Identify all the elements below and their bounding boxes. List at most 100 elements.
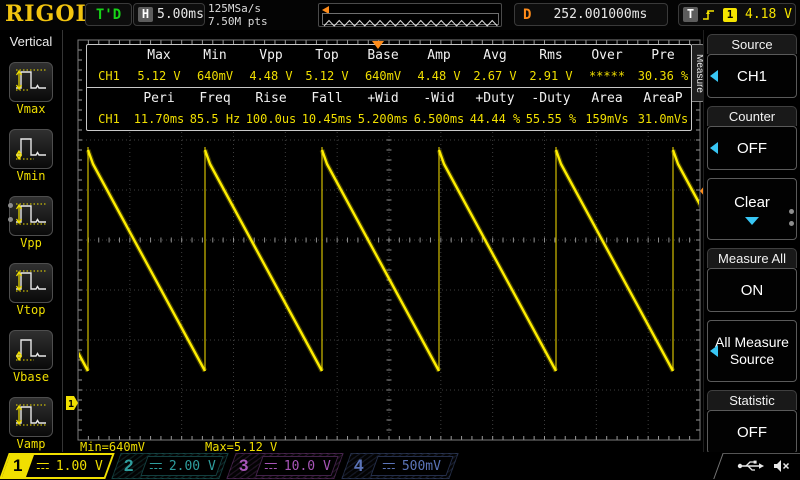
softkey-measure-all[interactable]: Measure All ON xyxy=(707,248,797,312)
softkey-clear[interactable]: Clear xyxy=(707,178,797,240)
measure-cell: Min xyxy=(187,48,243,63)
speaker-muted-icon xyxy=(773,459,790,473)
trigger-badge[interactable]: T 1 4.18 V xyxy=(678,3,796,26)
measure-cell: 55.55 % xyxy=(523,112,579,126)
measure-cell: Peri xyxy=(131,91,187,106)
channel-scale: 1.00 V xyxy=(56,459,103,474)
channel-number: 3 xyxy=(239,456,248,476)
measure-item-label: Vmin xyxy=(0,169,62,183)
measure-cell: Over xyxy=(579,48,635,63)
measure-item-label: Vmax xyxy=(0,102,62,116)
softkey-statistic[interactable]: Statistic OFF xyxy=(707,390,797,454)
measure-cell: +Duty xyxy=(467,91,523,106)
softkey-counter[interactable]: Counter OFF xyxy=(707,106,797,170)
measure-value-row: CH15.12 V640mV4.48 V5.12 V640mV4.48 V2.6… xyxy=(87,66,691,87)
measure-cell: 30.36 % xyxy=(635,69,691,83)
channel-number: 4 xyxy=(354,456,363,476)
channel-scale: 500mV xyxy=(402,459,441,474)
softkey-value: CH1 xyxy=(737,68,767,85)
chevron-down-icon xyxy=(745,217,759,225)
channel-number: 2 xyxy=(124,456,133,476)
preview-waveform xyxy=(323,17,499,29)
softkey-label: All MeasureSource xyxy=(715,334,789,368)
waveform-preview-bar[interactable] xyxy=(318,3,502,27)
measure-softkey-menu: Source CH1 Counter OFF Clear Measure All O… xyxy=(703,30,800,452)
measure-item-vamp[interactable]: Vamp xyxy=(0,397,62,451)
left-menu-page-dot xyxy=(8,217,13,222)
measure-cell: AreaP xyxy=(635,91,691,106)
channel-2-chip[interactable]: 2 2.00 V xyxy=(111,453,228,479)
measure-cell: Base xyxy=(355,48,411,63)
trigger-source-icon: 1 xyxy=(723,8,737,22)
right-menu-page-dot xyxy=(789,209,794,214)
acquisition-info: 125MSa/s 7.50M pts xyxy=(208,2,268,28)
measure-table: MaxMinVppTopBaseAmpAvgRmsOverPre CH15.12 … xyxy=(86,44,692,131)
channel-3-chip[interactable]: 3 10.0 V xyxy=(226,453,343,479)
measure-cell: 2.67 V xyxy=(467,69,523,83)
vertical-measure-menu: Vertical Vmax Vmin Vpp Vtop Vbase xyxy=(0,30,63,452)
measure-cell: 2.91 V xyxy=(523,69,579,83)
measure-cell: 4.48 V xyxy=(411,69,467,83)
softkey-value: OFF xyxy=(737,424,767,441)
channel-number: 1 xyxy=(13,456,22,476)
measure-cell: Pre xyxy=(635,48,691,63)
trigger-status-badge: T'D xyxy=(85,3,132,26)
delay-badge[interactable]: D 252.001000ms xyxy=(514,3,668,26)
measure-cell: 159mVs xyxy=(579,112,635,126)
channel1-ground-marker[interactable]: 1 xyxy=(66,396,78,410)
rising-edge-icon xyxy=(702,8,716,22)
softkey-label: Clear xyxy=(734,194,770,211)
timebase-value: 5.00ms xyxy=(157,7,204,22)
softkey-all-measure-source[interactable]: All MeasureSource xyxy=(707,320,797,382)
channel-scale: 2.00 V xyxy=(169,459,216,474)
channel-scale: 10.0 V xyxy=(284,459,331,474)
measure-item-label: Vpp xyxy=(0,236,62,250)
measure-cell: 6.500ms xyxy=(411,112,467,126)
measure-cell: 31.0mVs xyxy=(635,112,691,126)
measure-cell: CH1 xyxy=(87,69,131,83)
measure-item-vmax[interactable]: Vmax xyxy=(0,62,62,116)
delay-value: 252.001000ms xyxy=(553,7,647,22)
measure-cell: ***** xyxy=(579,69,635,83)
measure-cell: Fall xyxy=(299,91,355,106)
measure-cell: 44.44 % xyxy=(467,112,523,126)
measure-cell: Avg xyxy=(467,48,523,63)
measure-cell: Area xyxy=(579,91,635,106)
vamp-icon xyxy=(14,400,48,434)
measure-cell: 100.0us xyxy=(243,112,299,126)
t-key-icon: T xyxy=(683,7,698,22)
softkey-source[interactable]: Source CH1 xyxy=(707,34,797,98)
vbase-icon xyxy=(14,333,48,367)
measure-header-row: MaxMinVppTopBaseAmpAvgRmsOverPre xyxy=(87,45,691,66)
vmax-icon xyxy=(14,65,48,99)
channel-1-chip[interactable]: 1 1.00 V xyxy=(0,453,115,479)
measure-cell: Rms xyxy=(523,48,579,63)
measure-item-vmin[interactable]: Vmin xyxy=(0,129,62,183)
vmin-icon xyxy=(14,132,48,166)
trigger-level-value: 4.18 V xyxy=(745,7,792,22)
measure-cell: -Duty xyxy=(523,91,579,106)
dc-coupling-icon xyxy=(264,462,278,471)
dc-coupling-icon xyxy=(36,462,50,471)
measure-cell: Freq xyxy=(187,91,243,106)
measure-cell: 85.5 Hz xyxy=(187,112,243,126)
horizontal-timebase-badge[interactable]: H 5.00ms xyxy=(133,3,205,26)
vtop-icon xyxy=(14,266,48,300)
channel-4-chip[interactable]: 4 500mV xyxy=(341,453,458,479)
measure-item-vtop[interactable]: Vtop xyxy=(0,263,62,317)
softkey-value: ON xyxy=(741,282,764,299)
svg-text:1: 1 xyxy=(68,399,74,410)
vpp-icon xyxy=(14,199,48,233)
measure-cell: 10.45ms xyxy=(299,112,355,126)
menu-expand-left-icon xyxy=(710,142,718,154)
trigger-position-marker[interactable] xyxy=(372,41,384,49)
left-menu-title: Vertical xyxy=(0,34,62,49)
softkey-title: Statistic xyxy=(707,390,797,410)
measure-item-label: Vtop xyxy=(0,303,62,317)
menu-expand-left-icon xyxy=(710,345,718,357)
measure-cell: 5.12 V xyxy=(131,69,187,83)
rigol-logo: RIGOL xyxy=(5,1,92,27)
measure-cell: Vpp xyxy=(243,48,299,63)
measure-item-vbase[interactable]: Vbase xyxy=(0,330,62,384)
top-status-bar: RIGOL T'D H 5.00ms 125MSa/s 7.50M pts D … xyxy=(0,0,800,30)
